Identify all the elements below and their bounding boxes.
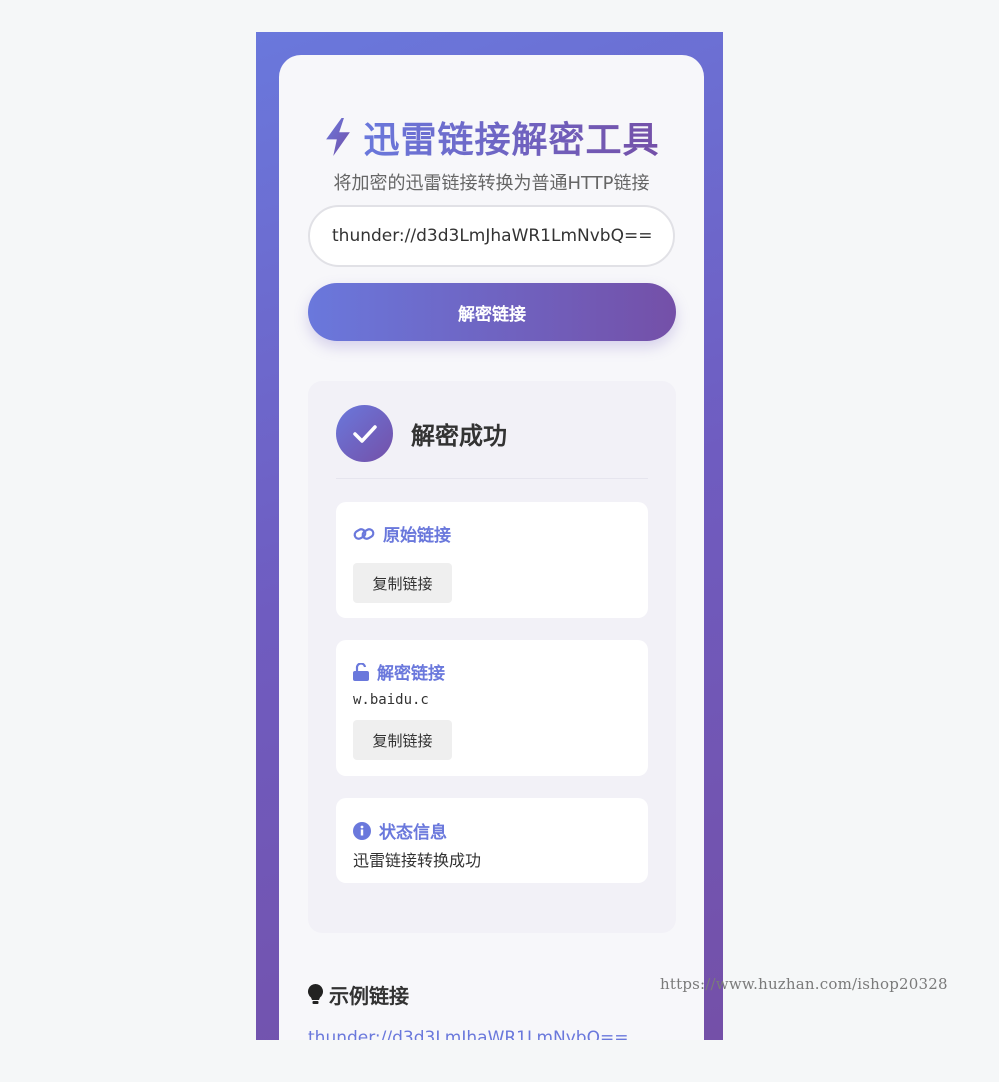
info-icon bbox=[353, 821, 371, 840]
status-title: 状态信息 bbox=[379, 823, 447, 843]
lightbulb-icon bbox=[308, 984, 323, 1004]
divider bbox=[336, 478, 648, 479]
examples-title: 示例链接 bbox=[329, 984, 409, 1008]
example-link[interactable]: thunder://d3d3LmJhaWR1LmNvbQ== bbox=[308, 1028, 628, 1040]
decrypted-link-title: 解密链接 bbox=[377, 664, 445, 684]
copy-decrypted-button[interactable]: 复制链接 bbox=[353, 720, 452, 760]
page-subtitle: 将加密的迅雷链接转换为普通HTTP链接 bbox=[333, 173, 650, 194]
decrypted-link-header: 解密链接 bbox=[353, 659, 631, 684]
status-box: 状态信息 迅雷链接转换成功 bbox=[336, 798, 648, 883]
status-message: 迅雷链接转换成功 bbox=[353, 851, 482, 870]
page-title: 迅雷链接解密工具 bbox=[363, 111, 659, 163]
unlock-icon bbox=[353, 662, 369, 681]
original-link-header: 原始链接 bbox=[353, 521, 631, 546]
link-icon bbox=[353, 527, 375, 540]
examples-header: 示例链接 bbox=[308, 980, 409, 1009]
success-label: 解密成功 bbox=[411, 422, 507, 450]
check-icon bbox=[336, 405, 393, 462]
decrypted-link-box: 解密链接 w.baidu.c 复制链接 bbox=[336, 640, 648, 776]
decrypted-link-value: w.baidu.c bbox=[353, 692, 429, 708]
main-card: 迅雷链接解密工具 将加密的迅雷链接转换为普通HTTP链接 解密链接 解密成功 原… bbox=[279, 55, 704, 1040]
original-link-title: 原始链接 bbox=[383, 526, 451, 546]
decrypt-button[interactable]: 解密链接 bbox=[308, 283, 676, 341]
success-header: 解密成功 bbox=[336, 405, 507, 462]
result-panel: 解密成功 原始链接 复制链接 解密链接 w.baidu.c 复制链接 状态信息 … bbox=[308, 381, 676, 933]
lightning-icon bbox=[326, 118, 351, 156]
copy-original-button[interactable]: 复制链接 bbox=[353, 563, 452, 603]
original-link-box: 原始链接 复制链接 bbox=[336, 502, 648, 618]
thunder-link-input[interactable] bbox=[308, 205, 675, 267]
header: 迅雷链接解密工具 bbox=[279, 111, 704, 163]
watermark: https://www.huzhan.com/ishop20328 bbox=[660, 975, 948, 993]
status-header: 状态信息 bbox=[353, 818, 631, 843]
app-frame: 迅雷链接解密工具 将加密的迅雷链接转换为普通HTTP链接 解密链接 解密成功 原… bbox=[256, 32, 723, 1040]
